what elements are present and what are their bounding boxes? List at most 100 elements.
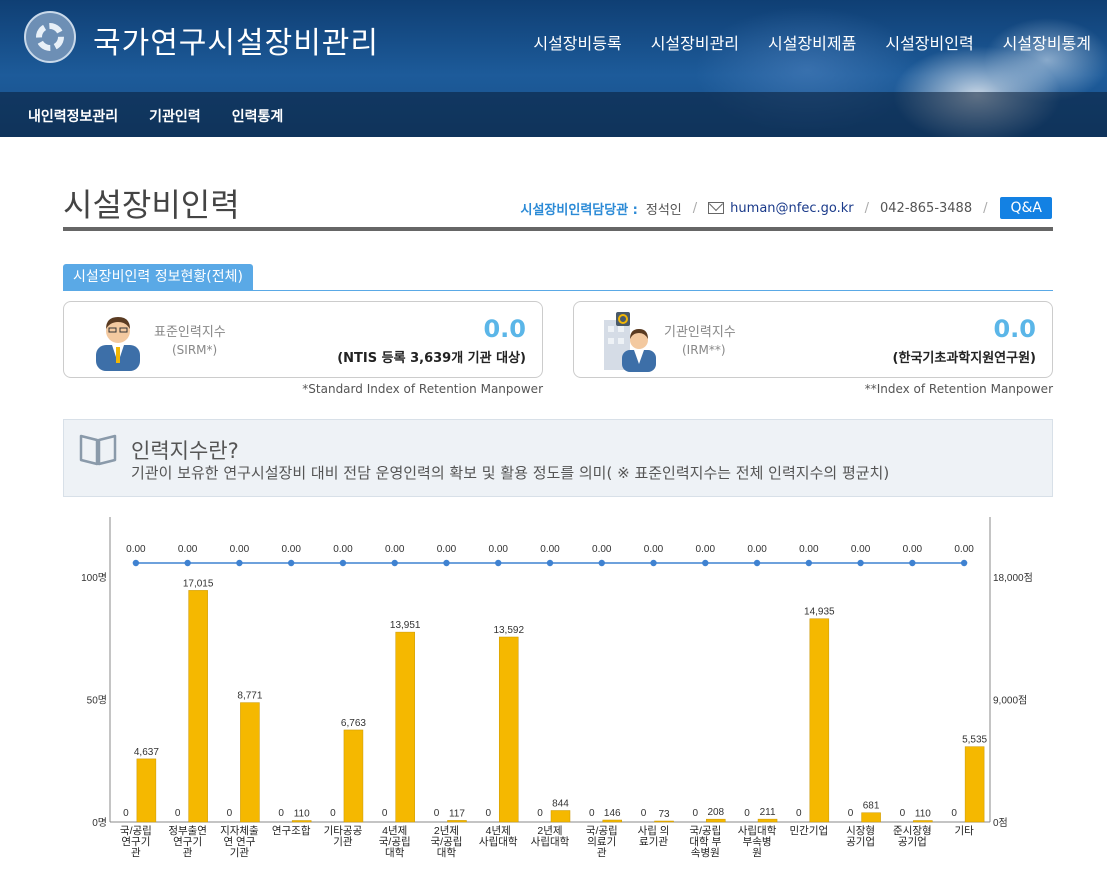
count-label: 0 [175, 808, 181, 819]
count-label: 0 [227, 808, 233, 819]
count-label: 0 [796, 808, 802, 819]
contact-phone: 042-865-3488 [880, 200, 973, 216]
bar-value-label: 4,637 [134, 747, 159, 758]
bar [447, 820, 467, 823]
index-value-label: 0.00 [592, 544, 612, 555]
contact-label: 시설장비인력담당관 : [520, 202, 638, 218]
bar [136, 758, 157, 823]
info-description: 기관이 보유한 연구시설장비 대비 전담 운영인력의 확보 및 활용 정도를 의… [131, 464, 890, 482]
bar-value-label: 13,951 [390, 620, 421, 631]
site-title[interactable]: 국가연구시설장비관리 [93, 18, 379, 62]
index-value-label: 0.00 [230, 544, 250, 555]
person-icon [96, 317, 140, 371]
irm-description: (한국기초과학지원연구원) [892, 351, 1036, 366]
bar [291, 820, 312, 823]
gnb-item-equipment-products[interactable]: 시설장비제품 [768, 30, 856, 54]
category-label: 대학 [385, 847, 405, 859]
count-label: 0 [123, 808, 129, 819]
contact-name: 정석인 [645, 202, 682, 218]
bar [550, 810, 571, 823]
y-right-tick-label: 18,000점 [993, 572, 1033, 584]
bar [395, 631, 415, 823]
index-point [287, 559, 295, 567]
index-value-label: 0.00 [747, 544, 767, 555]
header: 국가연구시설장비관리 시설장비등록 시설장비관리 시설장비제품 시설장비인력 시… [0, 0, 1107, 137]
info-title: 인력지수란? [131, 439, 239, 463]
bar-value-label: 17,015 [183, 578, 214, 589]
index-point [960, 559, 968, 567]
bar-value-label: 13,592 [493, 625, 524, 636]
irm-sub-label: (IRM**) [682, 343, 726, 357]
bar [809, 618, 830, 823]
bar-value-label: 681 [863, 801, 880, 812]
bar-value-label: 844 [552, 799, 569, 810]
gnb-item-equipment-statistics[interactable]: 시설장비통계 [1003, 30, 1091, 54]
y-right-tick-label: 9,000점 [993, 695, 1027, 707]
gear-logo-icon[interactable] [24, 11, 76, 63]
bar-value-label: 110 [915, 809, 931, 820]
tab-manpower-status[interactable]: 시설장비인력 정보현황(전체) [63, 264, 253, 291]
bar [913, 820, 933, 823]
lnb-item-institution-manpower[interactable]: 기관인력 [149, 106, 201, 126]
index-point [236, 559, 243, 567]
irm-value: 0.0 [993, 315, 1036, 343]
building-person-icon [604, 312, 656, 372]
index-point [650, 559, 657, 567]
bar [654, 820, 674, 823]
global-nav: 시설장비등록 시설장비관리 시설장비제품 시설장비인력 시설장비통계 [533, 30, 1091, 54]
lnb-item-my-manpower[interactable]: 내인력정보관리 [28, 106, 118, 126]
index-value-label: 0.00 [903, 544, 923, 555]
contact-info: 시설장비인력담당관 : 정석인 / human@nfec.go.kr / 042… [521, 197, 1052, 219]
qa-button[interactable]: Q&A [1000, 197, 1052, 219]
gnb-item-equipment-management[interactable]: 시설장비관리 [651, 30, 739, 54]
category-label: 사립대학 [531, 835, 570, 848]
bar-value-label: 6,763 [341, 718, 366, 729]
count-label: 0 [537, 808, 543, 819]
gnb-item-equipment-manpower[interactable]: 시설장비인력 [885, 30, 973, 54]
category-label: 연구조합 [272, 825, 311, 837]
index-point [132, 559, 140, 567]
manpower-chart: 0명50명100명0점9,000점18,000점4,63700.00국/공립연구… [81, 517, 1033, 859]
category-label: 기타 [954, 825, 974, 837]
count-label: 0 [693, 808, 699, 819]
index-point [753, 559, 761, 567]
y-left-tick-label: 0명 [92, 817, 107, 829]
index-point [702, 559, 709, 567]
index-point [495, 559, 502, 567]
bar [343, 729, 364, 823]
category-label: 기관 [333, 836, 353, 848]
bar-value-label: 208 [707, 807, 724, 818]
sirm-sub-label: (SIRM*) [172, 343, 218, 357]
index-value-label: 0.00 [126, 544, 146, 555]
index-point [339, 559, 347, 567]
gnb-item-equipment-registration[interactable]: 시설장비등록 [533, 30, 621, 54]
count-label: 0 [382, 808, 388, 819]
y-right-tick-label: 0점 [993, 817, 1008, 829]
category-label: 민간기업 [790, 824, 829, 837]
index-point [909, 559, 916, 567]
index-value-label: 0.00 [281, 544, 301, 555]
index-point [598, 559, 605, 567]
bar-value-label: 5,535 [962, 735, 987, 746]
category-label: 관 [183, 847, 193, 859]
y-left-tick-label: 100명 [81, 572, 107, 584]
index-value-label: 0.00 [799, 544, 819, 555]
count-label: 0 [951, 808, 957, 819]
count-label: 0 [485, 808, 491, 819]
title-divider [63, 227, 1053, 231]
index-point [391, 559, 398, 567]
bar [964, 746, 985, 823]
index-point [546, 559, 554, 567]
count-label: 0 [330, 808, 336, 819]
index-value-label: 0.00 [333, 544, 353, 555]
contact-email-link[interactable]: human@nfec.go.kr [730, 201, 853, 216]
irm-footnote: **Index of Retention Manpower [864, 382, 1053, 396]
count-label: 0 [589, 808, 595, 819]
sirm-value: 0.0 [483, 315, 526, 343]
mail-icon [708, 202, 725, 214]
index-value-label: 0.00 [540, 544, 560, 555]
index-point [857, 559, 864, 567]
count-label: 0 [900, 808, 906, 819]
bar [706, 818, 726, 823]
lnb-item-manpower-statistics[interactable]: 인력통계 [232, 106, 284, 126]
